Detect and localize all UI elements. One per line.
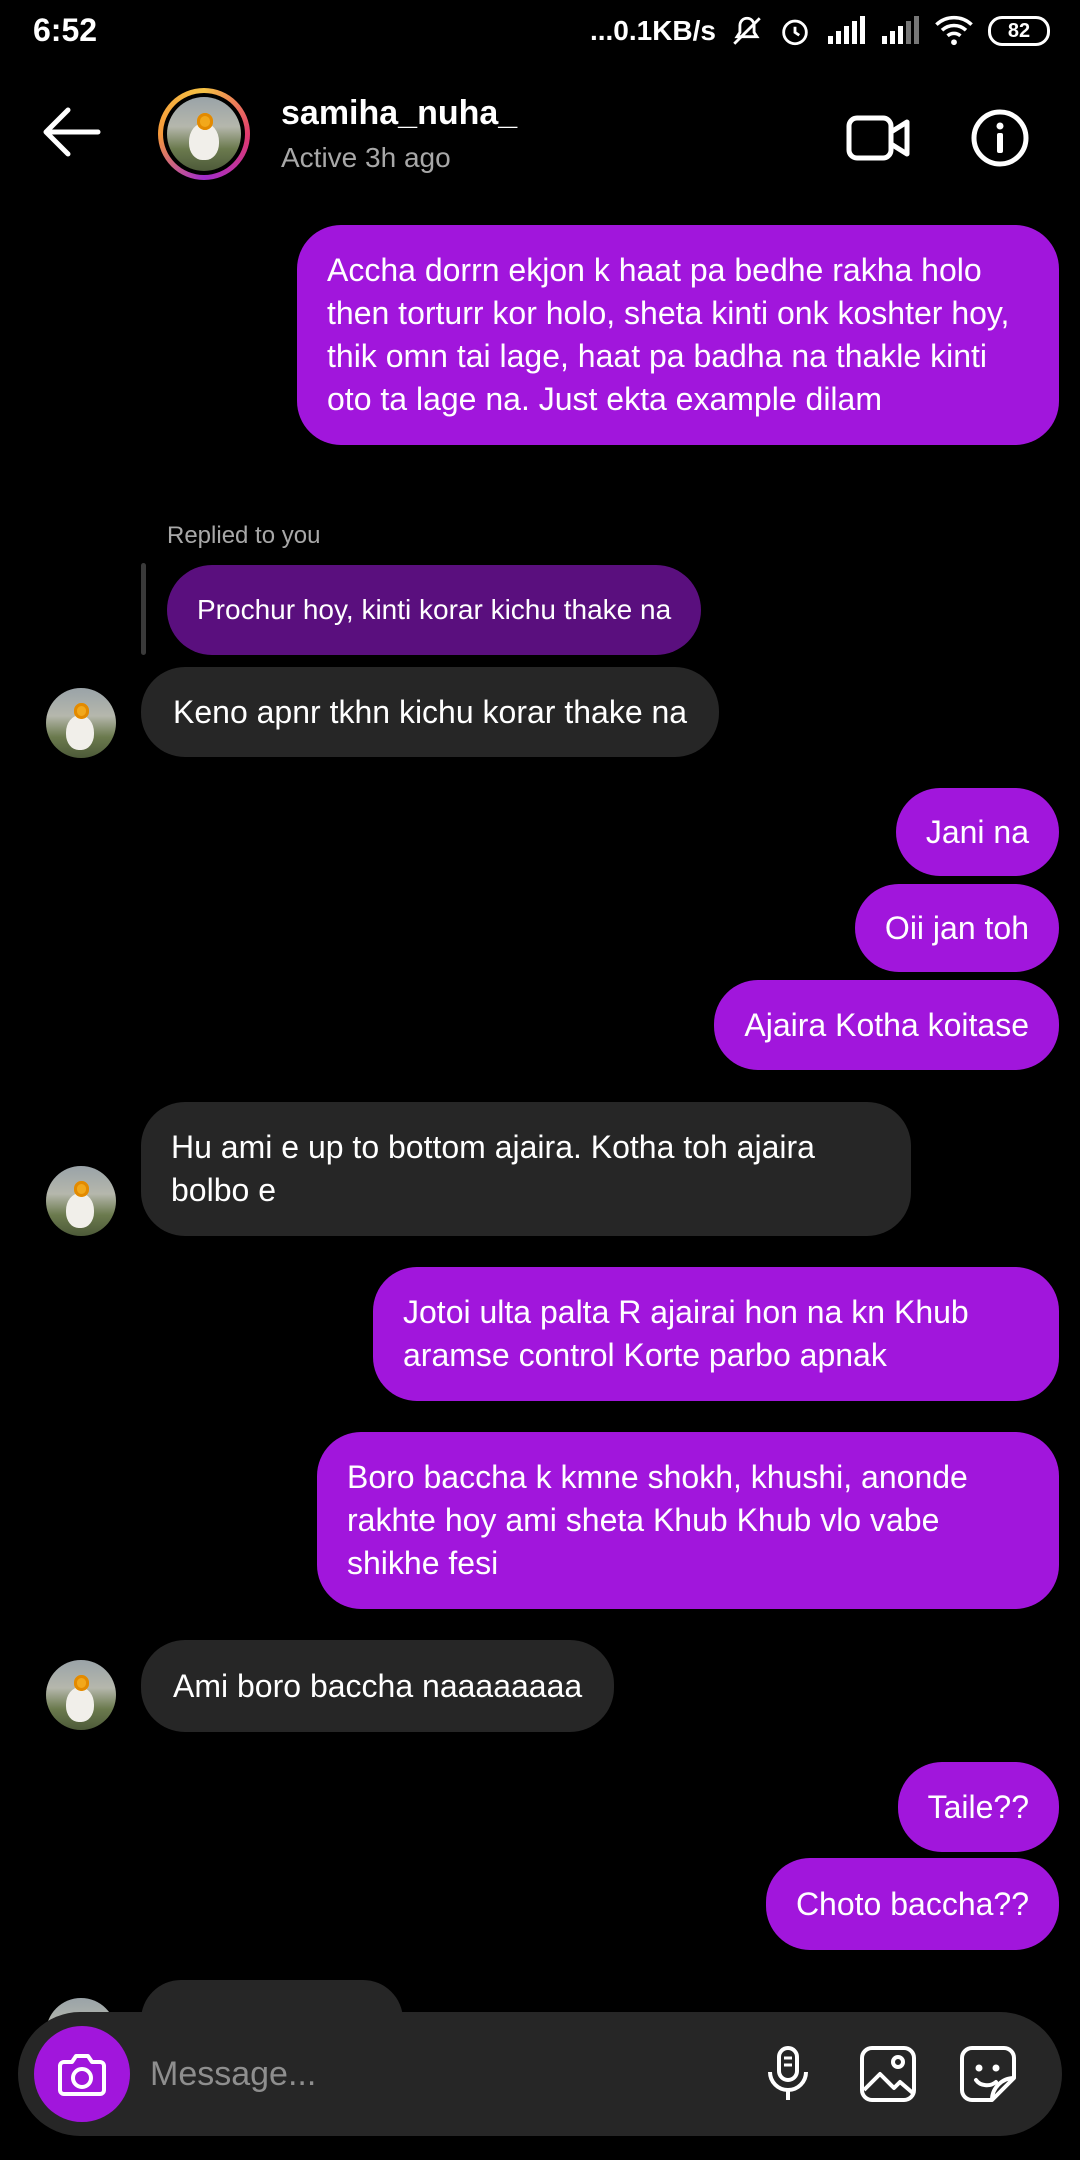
contact-avatar-small[interactable] — [46, 688, 116, 758]
sent-message[interactable]: Taile?? — [897, 1762, 1059, 1852]
contact-avatar-small[interactable] — [46, 1166, 116, 1236]
network-speed: ...0.1KB/s — [589, 15, 716, 46]
camera-icon — [58, 2054, 106, 2096]
reply-indicator-bar — [141, 563, 146, 655]
message-input[interactable] — [150, 2042, 710, 2106]
alarm-icon — [782, 19, 808, 46]
chat-header: samiha_nuha_ Active 3h ago — [0, 62, 1080, 212]
signal-icon — [828, 16, 865, 44]
received-message[interactable]: Hu ami e up to bottom ajaira. Kotha toh … — [141, 1102, 911, 1236]
contact-status: Active 3h ago — [281, 142, 451, 173]
message-composer — [18, 2012, 1062, 2136]
info-icon[interactable] — [970, 108, 1030, 168]
status-time: 6:52 — [33, 12, 98, 48]
back-arrow-icon[interactable] — [38, 104, 104, 160]
received-message[interactable]: Ami boro baccha naaaaaaaa — [141, 1640, 615, 1732]
signal-2-icon — [882, 16, 919, 44]
received-message[interactable]: Keno apnr tkhn kichu korar thake na — [141, 667, 720, 757]
mute-icon — [733, 16, 761, 45]
sent-message[interactable]: Accha dorrn ekjon k haat pa bedhe rakha … — [297, 225, 1059, 445]
sent-message[interactable]: Boro baccha k kmne shokh, khushi, anonde… — [317, 1432, 1059, 1609]
contact-avatar-small[interactable] — [46, 1660, 116, 1730]
contact-avatar[interactable] — [158, 88, 250, 180]
microphone-icon[interactable] — [758, 2044, 818, 2104]
sent-message[interactable]: Ajaira Kotha koitase — [714, 980, 1059, 1070]
sticker-icon[interactable] — [958, 2044, 1018, 2104]
contact-name[interactable]: samiha_nuha_ — [281, 94, 517, 133]
video-call-icon[interactable] — [846, 110, 910, 166]
battery-icon: 82 — [988, 16, 1050, 46]
status-bar: 6:52 ...0.1KB/s 82 — [0, 0, 1080, 62]
reply-label: Replied to you — [167, 522, 321, 549]
sent-message[interactable]: Choto baccha?? — [765, 1858, 1059, 1950]
wifi-icon — [935, 15, 973, 46]
replied-message[interactable]: Prochur hoy, kinti korar kichu thake na — [167, 565, 702, 655]
gallery-icon[interactable] — [858, 2044, 918, 2104]
status-icons: ...0.1KB/s 82 — [590, 10, 1050, 52]
avatar-image — [167, 97, 241, 171]
camera-button[interactable] — [34, 2026, 130, 2122]
sent-message[interactable]: Oii jan toh — [854, 884, 1059, 972]
sent-message[interactable]: Jani na — [895, 788, 1059, 876]
sent-message[interactable]: Jotoi ulta palta R ajairai hon na kn Khu… — [373, 1267, 1059, 1401]
